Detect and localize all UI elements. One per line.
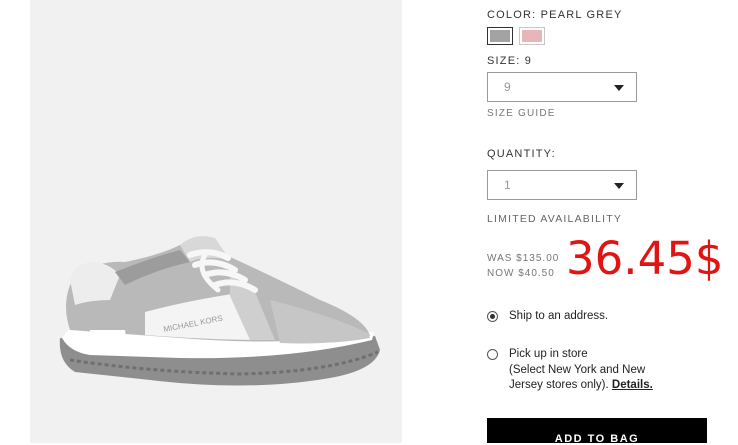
color-label: COLOR: PEARL GREY	[487, 9, 623, 21]
swatch-pink[interactable]	[519, 27, 545, 45]
ship-radio[interactable]	[487, 311, 498, 322]
add-to-bag-button[interactable]: ADD TO BAG	[487, 418, 707, 445]
swatch-pearl-grey[interactable]	[487, 27, 513, 45]
quantity-label: QUANTITY:	[487, 148, 556, 160]
swatch-pearl-grey-fill	[490, 30, 510, 42]
pickup-note-line2: Jersey stores only). Details.	[509, 378, 653, 393]
pickup-label: Pick up in store	[509, 348, 588, 360]
overlay-sale-price: 36.45$	[566, 232, 724, 285]
size-select[interactable]: 9	[487, 72, 637, 102]
product-image: MICHAEL KORS	[30, 0, 402, 443]
chevron-down-icon	[614, 183, 624, 189]
pickup-note-text: Jersey stores only).	[509, 379, 609, 391]
ship-label: Ship to an address.	[509, 310, 609, 322]
details-link[interactable]: Details.	[612, 379, 653, 391]
pickup-radio[interactable]	[487, 349, 498, 360]
now-price: NOW $40.50	[487, 268, 555, 279]
availability-label: LIMITED AVAILABILITY	[487, 213, 623, 225]
quantity-select-value: 1	[504, 178, 511, 192]
size-guide-link[interactable]: SIZE GUIDE	[487, 108, 556, 119]
quantity-select[interactable]: 1	[487, 170, 637, 200]
swatch-pink-fill	[522, 30, 542, 42]
was-price: WAS $135.00	[487, 253, 560, 264]
chevron-down-icon	[614, 85, 624, 91]
sneaker-illustration: MICHAEL KORS	[59, 236, 380, 386]
size-select-value: 9	[504, 80, 511, 94]
pickup-note: (Select New York and New	[509, 364, 646, 376]
size-label: SIZE: 9	[487, 55, 533, 67]
